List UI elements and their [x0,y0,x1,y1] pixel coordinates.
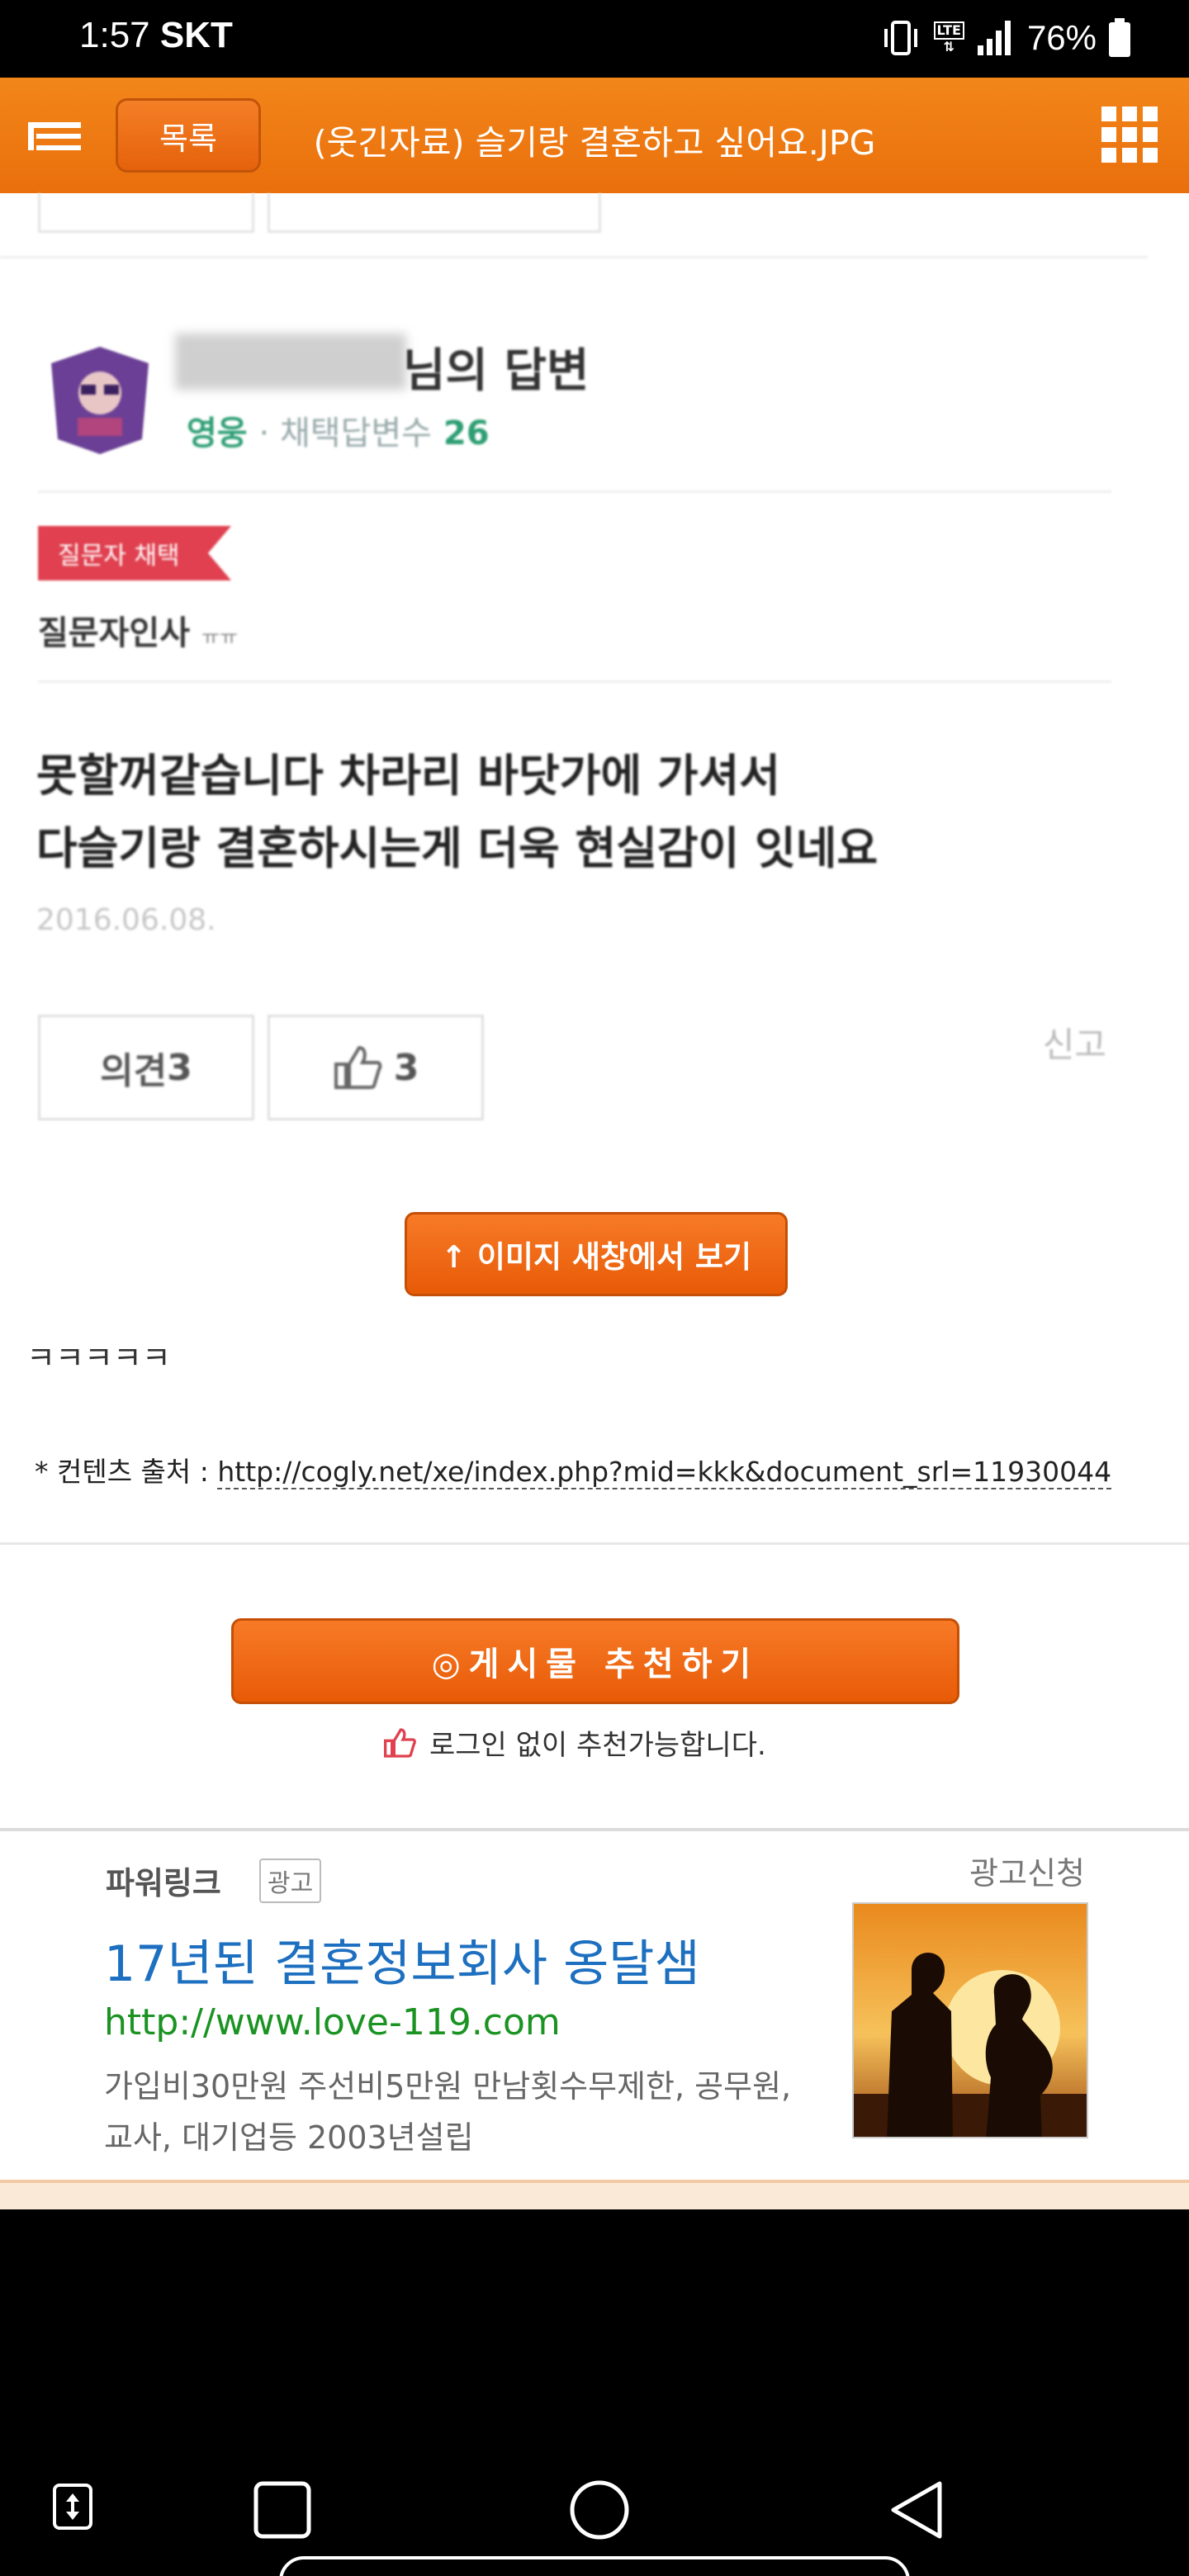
open-image-button[interactable]: ↑ 이미지 새창에서 보기 [405,1212,788,1296]
answer-text: 못할꺼같습니다 차라리 바닷가에 가셔서 다슬기랑 결혼하시는게 더욱 현실감이… [36,740,878,885]
username-redacted [175,334,406,390]
grid-dot [1101,127,1116,142]
divider [0,256,1148,258]
battery-percent: 76% [1026,18,1097,57]
status-clock: 1:57 [79,15,150,55]
grid-dot [1122,127,1137,142]
lte-arrows: ⇅ [943,39,955,54]
answer-line: 못할꺼같습니다 차라리 바닷가에 가셔서 [36,750,780,802]
source-link[interactable]: http://cogly.net/xe/index.php?mid=kkk&do… [217,1456,1112,1489]
top-bar: 목록 (웃긴자료) 슬기랑 결혼하고 싶어요.JPG [0,78,1189,193]
answer-by-label: 님의 답변 [403,344,590,398]
answer-date: 2016.06.08. [36,903,216,937]
grid-dot [1143,148,1158,163]
source-label: * 컨텐츠 출처 : [35,1456,218,1488]
opinion-button: 의견 3 [38,1015,254,1120]
grid-dot [1101,107,1116,121]
grid-dot [1122,107,1137,121]
asker-greeting: 질문자인사 ㅠㅠ [38,606,238,654]
list-button[interactable]: 목록 [116,98,261,173]
grid-dot [1101,148,1116,163]
answer-line: 다슬기랑 결혼하시는게 더욱 현실감이 잇네요 [36,822,879,874]
post-body-text: ㅋㅋㅋㅋㅋ [26,1340,171,1376]
opinion-count: 3 [167,1046,192,1089]
gesture-handle[interactable] [279,2556,910,2576]
screen-resize-icon[interactable] [51,2482,94,2531]
ghost-box [268,193,601,233]
like-button: 3 [268,1015,484,1120]
content-source: * 컨텐츠 출처 : http://cogly.net/xe/index.php… [35,1450,1112,1489]
divider [38,680,1111,683]
user-rank: 영웅 · 채택답변수 26 [187,406,490,454]
thumbs-up-icon [334,1045,381,1089]
ad-desc-line: 교사, 대기업등 2003년설립 [104,2119,474,2156]
grid-dot [1143,127,1158,142]
page-title: (웃긴자료) 슬기랑 결혼하고 싶어요.JPG [313,123,876,163]
selected-count: 26 [443,414,490,452]
recommend-note: 로그인 없이 추천가능합니다. [383,1722,766,1763]
couple-silhouette-image [854,1904,1087,2137]
status-time: 1:57 SKT [79,15,233,56]
ad-image[interactable] [852,1902,1088,2138]
signal-icon [977,21,1011,55]
selected-ribbon: 질문자 채택 [38,526,231,580]
grid-dot [1143,107,1158,121]
grid-dot [1122,148,1137,163]
recent-apps-icon[interactable] [253,2480,312,2540]
lte-icon: LTE ⇅ [933,21,964,54]
battery-icon [1109,18,1130,57]
powerlink-label: 파워링크 [106,1865,221,1901]
menu-icon [28,122,81,150]
greeting-text: ㅠㅠ [201,626,239,649]
ad-desc-line: 가입비30만원 주선비5만원 만남횟수무제한, 공무원, [104,2068,792,2105]
recommend-button[interactable]: ◎게시물 추천하기 [231,1618,959,1704]
ad-request-link[interactable]: 광고신청 [969,1848,1085,1893]
avatar [51,347,149,454]
back-icon[interactable] [887,2479,946,2541]
rank-title: 영웅 [187,414,248,452]
ghost-box [38,193,254,233]
section-divider [0,1828,1189,1831]
vibrate-icon [883,21,917,55]
status-carrier: SKT [159,15,233,55]
divider [38,490,1111,493]
selected-count-label: · 채택답변수 [258,414,432,452]
ad-badge: 광고 [259,1859,322,1903]
recommend-note-text: 로그인 없이 추천가능합니다. [429,1729,766,1762]
menu-button[interactable] [25,111,91,162]
footer-strip [0,2180,1189,2209]
ad-title-link[interactable]: 17년된 결혼정보회사 옹달샘 [104,1924,700,1996]
apps-grid-button[interactable] [1101,107,1158,163]
status-bar: 1:57 SKT LTE ⇅ 76% [0,0,1189,78]
answer-screenshot: 님의 답변 영웅 · 채택답변수 26 질문자 채택 질문자인사 ㅠㅠ 못할꺼같… [0,193,1189,1134]
opinion-label: 의견 [100,1050,168,1092]
status-icons: LTE ⇅ 76% [879,15,1131,61]
page: 1:57 SKT LTE ⇅ 76% 목록 (웃긴자료) 슬기랑 결혼하고 싶어… [0,0,1189,2576]
home-icon[interactable] [568,2479,631,2541]
lte-label: LTE [933,21,964,40]
section-divider [0,1542,1189,1545]
ad-url-link[interactable]: http://www.love-119.com [104,2001,561,2043]
ad-description: 가입비30만원 주선비5만원 만남횟수무제한, 공무원, 교사, 대기업등 20… [104,2061,847,2163]
greeting-label: 질문자인사 [38,614,190,652]
thumbs-up-icon [384,1727,416,1758]
report-link: 신고 [1042,1025,1106,1065]
like-count: 3 [393,1046,419,1089]
system-nav-bar [0,2209,1189,2576]
